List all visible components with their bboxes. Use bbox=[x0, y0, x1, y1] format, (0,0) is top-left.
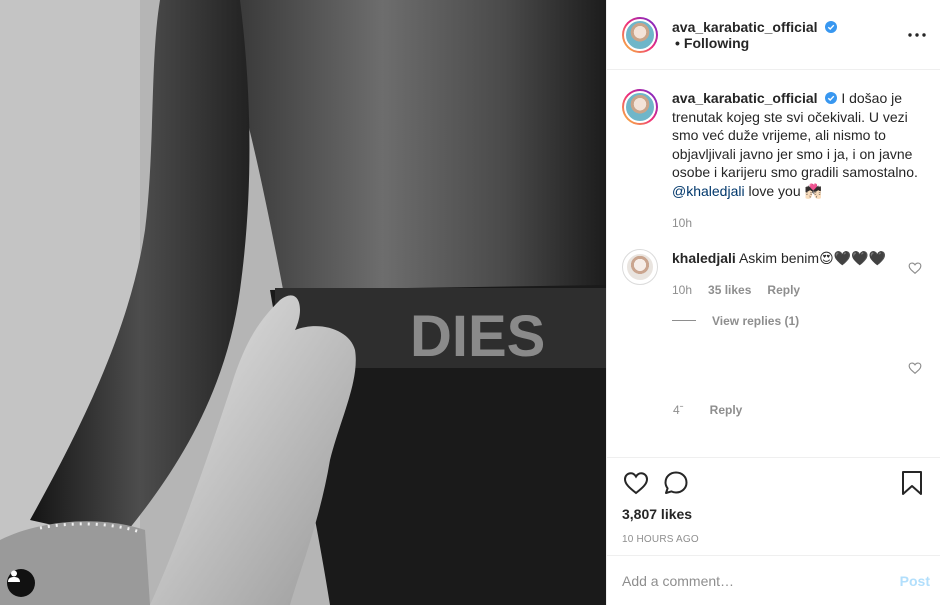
caption-entry: ava_karabatic_official I došao je trenut… bbox=[622, 89, 925, 233]
caption-mention-link[interactable]: @khaledjali bbox=[672, 183, 745, 199]
bookmark-icon[interactable] bbox=[898, 469, 926, 497]
replies-divider bbox=[672, 320, 696, 322]
action-icons bbox=[622, 458, 926, 508]
svg-text:DIES: DIES bbox=[410, 304, 545, 369]
comment-username[interactable]: khaledjali bbox=[672, 250, 736, 266]
separator-dot: • bbox=[675, 34, 680, 51]
commenter-avatar[interactable] bbox=[622, 248, 658, 285]
heart-icon[interactable] bbox=[622, 469, 650, 497]
comment-time[interactable]: 10h bbox=[672, 281, 692, 300]
following-button[interactable]: Following bbox=[684, 35, 749, 51]
post-comment-button[interactable]: Post bbox=[900, 573, 930, 589]
caption-avatar[interactable] bbox=[622, 89, 658, 125]
author-username[interactable]: ava_karabatic_official • Following bbox=[672, 19, 905, 51]
caption-time[interactable]: 10h bbox=[672, 214, 692, 233]
post-actions: 3,807 likes 10 HOURS AGO bbox=[607, 457, 940, 545]
comment-meta: 10h 35 likes Reply bbox=[672, 281, 925, 300]
view-replies-label: View replies (1) bbox=[712, 313, 800, 328]
comment-likes[interactable]: 35 likes bbox=[708, 281, 751, 300]
view-replies-button[interactable]: View replies (1) bbox=[672, 312, 925, 331]
comment-meta: 4ˉ Reply bbox=[673, 403, 742, 417]
comment-item: khaledjali Askim benim😍🖤🖤🖤 10h 35 likes … bbox=[622, 248, 925, 331]
comment-bubble-icon[interactable] bbox=[662, 469, 690, 497]
comment-time[interactable]: 4ˉ bbox=[673, 403, 684, 417]
post-timestamp[interactable]: 10 HOURS AGO bbox=[622, 534, 926, 545]
caption-username[interactable]: ava_karabatic_official bbox=[672, 90, 818, 106]
author-avatar[interactable] bbox=[622, 16, 658, 53]
caption-tail: love you 💏🏻 bbox=[748, 182, 822, 199]
photo-illustration: DIES bbox=[0, 0, 606, 605]
comments-list[interactable]: ava_karabatic_official I došao je trenut… bbox=[607, 71, 940, 457]
tagged-users-button[interactable] bbox=[7, 569, 35, 597]
reply-button[interactable]: Reply bbox=[767, 281, 800, 300]
comment-like-heart-icon[interactable] bbox=[908, 261, 922, 275]
likes-count[interactable]: 3,807 likes bbox=[622, 506, 926, 522]
post-side-panel: ava_karabatic_official • Following ava_ka… bbox=[606, 0, 940, 605]
post-header: ava_karabatic_official • Following bbox=[607, 0, 940, 70]
verified-badge-icon bbox=[825, 92, 838, 104]
comment-text: Askim benim😍🖤🖤🖤 bbox=[738, 249, 886, 266]
add-comment-form: Post bbox=[607, 555, 940, 605]
more-options-icon bbox=[907, 32, 926, 37]
comment-like-heart-icon[interactable] bbox=[908, 361, 922, 375]
caption-meta: 10h bbox=[672, 214, 925, 233]
more-options-button[interactable] bbox=[905, 23, 928, 47]
comment-input[interactable] bbox=[622, 572, 900, 589]
verified-badge-icon bbox=[825, 20, 838, 33]
post-photo[interactable]: DIES bbox=[0, 0, 606, 605]
user-tag-icon bbox=[8, 570, 20, 582]
reply-button[interactable]: Reply bbox=[710, 403, 743, 417]
